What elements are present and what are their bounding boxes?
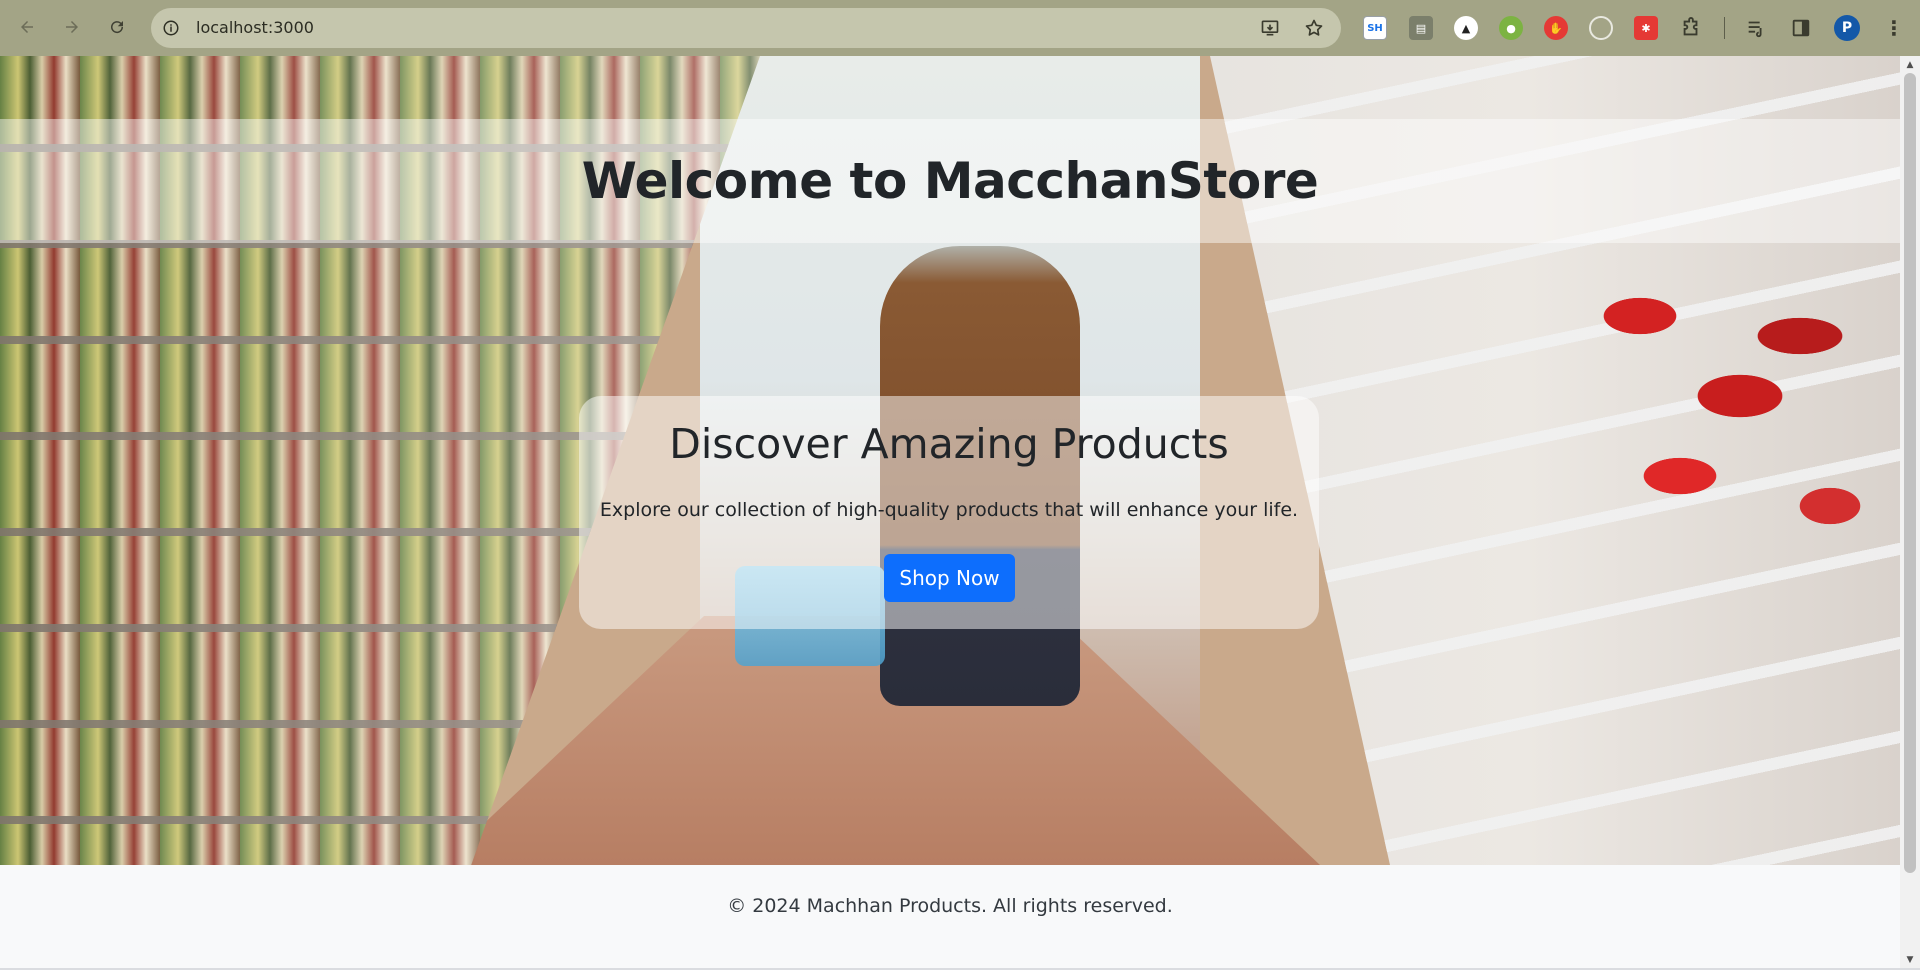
profile-avatar[interactable]: P — [1834, 15, 1860, 41]
green-extension-icon[interactable]: ● — [1499, 16, 1523, 40]
footer: © 2024 Machhan Products. All rights rese… — [0, 865, 1900, 968]
footer-copyright: © 2024 Machhan Products. All rights rese… — [727, 894, 1173, 917]
reload-icon[interactable] — [102, 12, 132, 42]
scroll-up-icon[interactable]: ▲ — [1900, 56, 1920, 73]
promo-text: Explore our collection of high-quality p… — [599, 499, 1299, 521]
site-info-icon[interactable] — [159, 16, 183, 40]
back-icon[interactable] — [12, 12, 42, 42]
promo-card: Discover Amazing Products Explore our co… — [579, 396, 1319, 629]
tabs-extension-icon[interactable]: ▤ — [1409, 16, 1433, 40]
promo-title: Discover Amazing Products — [669, 420, 1229, 468]
vertical-scrollbar[interactable]: ▲ ▼ — [1900, 56, 1920, 968]
scrollbar-thumb[interactable] — [1904, 73, 1916, 873]
install-app-icon[interactable] — [1259, 17, 1281, 39]
forward-icon[interactable] — [57, 12, 87, 42]
bookmark-star-icon[interactable] — [1303, 17, 1325, 39]
page-viewport: Welcome to MacchanStore Discover Amazing… — [0, 56, 1900, 968]
stop-hand-extension-icon[interactable]: ✋ — [1544, 16, 1568, 40]
browser-toolbar: localhost:3000 SH ▤ ▲ ● ✋ ✱ P ⋮ — [0, 0, 1920, 56]
side-panel-icon[interactable] — [1789, 16, 1813, 40]
hero-section: Welcome to MacchanStore Discover Amazing… — [0, 56, 1900, 865]
toolbar-divider — [1724, 17, 1725, 39]
target-extension-icon[interactable] — [1589, 16, 1613, 40]
paw-extension-icon[interactable]: ✱ — [1634, 16, 1658, 40]
address-bar[interactable]: localhost:3000 — [151, 8, 1341, 48]
page-title: Welcome to MacchanStore — [581, 152, 1319, 210]
media-control-icon[interactable] — [1744, 16, 1768, 40]
sh-extension-icon[interactable]: SH — [1363, 16, 1387, 40]
puzzle-extensions-icon[interactable] — [1679, 16, 1703, 40]
more-menu-icon[interactable]: ⋮ — [1880, 14, 1908, 42]
welcome-banner: Welcome to MacchanStore — [0, 119, 1900, 243]
hero-chips — [1600, 276, 1900, 696]
scroll-down-icon[interactable]: ▼ — [1900, 951, 1920, 968]
mountain-extension-icon[interactable]: ▲ — [1454, 16, 1478, 40]
url-text[interactable]: localhost:3000 — [196, 18, 314, 37]
shop-now-button[interactable]: Shop Now — [884, 554, 1015, 602]
